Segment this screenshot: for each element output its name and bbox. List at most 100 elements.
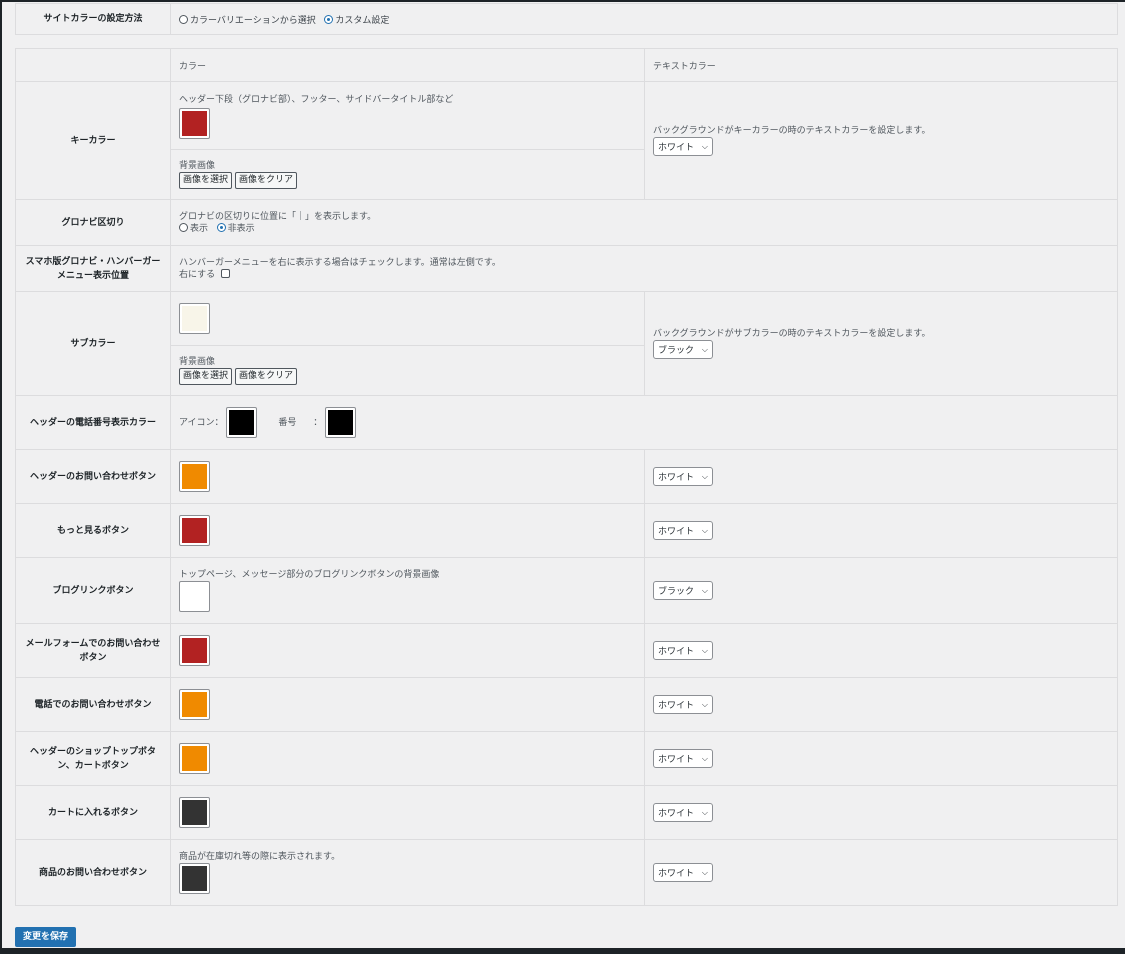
color-settings-table: カラー テキストカラー キーカラー ヘッダー下段（グロナビ部）、フッター、サイド… — [15, 48, 1118, 906]
radio-hide-label[interactable]: 非表示 — [228, 224, 255, 234]
sub-text-color-select[interactable]: ブラック ⌵ — [653, 340, 713, 359]
key-text-color-cell: バックグラウンドがキーカラーの時のテキストカラーを設定します。 ホワイト ⌵ — [644, 81, 1118, 200]
radio-variation[interactable] — [179, 14, 188, 24]
sub-color-swatch-fill — [182, 306, 207, 331]
phone-icon-swatch[interactable] — [226, 407, 258, 438]
row-text-color-value: ブラック — [658, 587, 695, 597]
row-color-swatch-fill — [182, 464, 207, 489]
row-color-cell — [170, 677, 645, 732]
row-label: ヘッダーのお問い合わせボタン — [15, 449, 171, 504]
key-color-desc: ヘッダー下段（グロナビ部）、フッター、サイドバータイトル部など — [179, 95, 454, 105]
row-text-color-cell: ホワイト ⌵ — [644, 731, 1118, 786]
radio-hide[interactable] — [216, 222, 226, 232]
phone-color-label: ヘッダーの電話番号表示カラー — [15, 395, 171, 450]
sub-color-row: サブカラー バックグラウンドがサブカラーの時のテキストカラーを設定します。 ブラ… — [15, 291, 1118, 396]
hamburger-desc: ハンバーガーメニューを右に表示する場合はチェックします。通常は左側です。 — [179, 257, 501, 268]
row-label: ヘッダーのショップトップボタン、カートボタン — [15, 731, 171, 786]
row-color-cell — [170, 503, 645, 558]
table-row: ヘッダーのショップトップボタン、カートボタン ホワイト ⌵ — [15, 731, 1118, 786]
row-color-cell: 商品が在庫切れ等の際に表示されます。 — [170, 839, 645, 906]
key-bg-select-button[interactable]: 画像を選択 — [179, 172, 233, 189]
gnavi-divider-row: グロナビ区切り グロナビの区切りに位置に「｜」を表示します。 表示 非表示 — [15, 199, 1118, 246]
row-color-swatch[interactable] — [179, 689, 210, 720]
row-text-color-select[interactable]: ホワイト ⌵ — [653, 749, 713, 768]
row-text-color-select[interactable]: ホワイト ⌵ — [653, 803, 713, 822]
row-label: メールフォームでのお問い合わせボタン — [15, 623, 171, 678]
sub-text-color-cell: バックグラウンドがサブカラーの時のテキストカラーを設定します。 ブラック ⌵ — [644, 291, 1118, 396]
hamburger-label: スマホ版グロナビ・ハンバーガーメニュー表示位置 — [15, 245, 171, 292]
hamburger-row: スマホ版グロナビ・ハンバーガーメニュー表示位置 ハンバーガーメニューを右に表示す… — [15, 245, 1118, 292]
row-color-swatch[interactable] — [179, 515, 210, 546]
sub-bg-label: 背景画像 — [179, 357, 216, 367]
key-text-color-value: ホワイト — [658, 143, 695, 153]
phone-color-row: ヘッダーの電話番号表示カラー アイコン： 番号 ： — [15, 395, 1118, 450]
sub-text-color-value: ブラック — [658, 346, 695, 356]
sub-color-label: サブカラー — [15, 291, 171, 396]
row-text-color-value: ホワイト — [658, 755, 695, 765]
row-text-color-select[interactable]: ホワイト ⌵ — [653, 641, 713, 660]
phone-number-swatch-fill — [328, 410, 354, 435]
sub-color-swatch[interactable] — [179, 303, 210, 334]
key-bg-cell: 背景画像 画像を選択 画像をクリア — [170, 149, 645, 200]
row-text-color-select[interactable]: ホワイト ⌵ — [653, 863, 713, 882]
column-color: カラー — [170, 48, 645, 82]
row-text-color-cell: ブラック ⌵ — [644, 557, 1118, 624]
row-text-color-select[interactable]: ホワイト ⌵ — [653, 521, 713, 540]
key-color-swatch[interactable] — [179, 108, 210, 139]
key-color-cell: ヘッダー下段（グロナビ部）、フッター、サイドバータイトル部など — [170, 81, 645, 150]
method-table: サイトカラーの設定方法 カラーバリエーションから選択 カスタム設定 — [15, 3, 1118, 35]
radio-custom-label[interactable]: カスタム設定 — [335, 16, 389, 26]
row-label: もっと見るボタン — [15, 503, 171, 558]
row-color-swatch[interactable] — [179, 797, 210, 828]
hamburger-checkbox[interactable] — [221, 268, 231, 278]
radio-variation-label[interactable]: カラーバリエーションから選択 — [190, 16, 316, 26]
row-text-color-cell: ホワイト ⌵ — [644, 449, 1118, 504]
column-text-color: テキストカラー — [644, 48, 1118, 82]
radio-show-label[interactable]: 表示 — [190, 224, 208, 234]
row-text-color-value: ホワイト — [658, 647, 695, 657]
phone-icon-label: アイコン： — [179, 418, 224, 428]
hamburger-checkbox-label: 右にする — [179, 269, 216, 280]
row-label: 商品のお問い合わせボタン — [15, 839, 171, 906]
phone-number-swatch[interactable] — [325, 407, 357, 438]
row-color-swatch[interactable] — [179, 743, 210, 774]
table-row: メールフォームでのお問い合わせボタン ホワイト ⌵ — [15, 623, 1118, 678]
key-color-row: キーカラー ヘッダー下段（グロナビ部）、フッター、サイドバータイトル部など バッ… — [15, 81, 1118, 200]
table-row: カートに入れるボタン ホワイト ⌵ — [15, 785, 1118, 840]
chevron-down-icon: ⌵ — [701, 753, 708, 763]
radio-custom[interactable] — [324, 14, 334, 24]
sub-bg-select-button[interactable]: 画像を選択 — [179, 368, 233, 385]
hamburger-cell: ハンバーガーメニューを右に表示する場合はチェックします。通常は左側です。 右にす… — [170, 245, 1118, 292]
chevron-down-icon: ⌵ — [701, 471, 708, 481]
table-row: ブログリンクボタン トップページ、メッセージ部分のブログリンクボタンの背景画像 ブラ… — [15, 557, 1118, 624]
row-text-color-value: ホワイト — [658, 473, 695, 483]
row-text-color-cell: ホワイト ⌵ — [644, 503, 1118, 558]
row-color-swatch-fill — [182, 692, 207, 717]
row-label: ブログリンクボタン — [15, 557, 171, 624]
row-color-swatch-fill — [182, 518, 207, 543]
key-bg-clear-button[interactable]: 画像をクリア — [235, 172, 298, 189]
row-color-swatch-fill — [182, 584, 207, 609]
row-text-color-select[interactable]: ホワイト ⌵ — [653, 467, 713, 486]
sub-text-desc: バックグラウンドがサブカラーの時のテキストカラーを設定します。 — [653, 329, 931, 339]
row-color-swatch-fill — [182, 638, 207, 663]
row-color-swatch[interactable] — [179, 635, 210, 666]
save-button[interactable]: 変更を保存 — [15, 927, 77, 947]
row-color-swatch-fill — [182, 800, 207, 825]
row-label: 電話でのお問い合わせボタン — [15, 677, 171, 732]
key-bg-label: 背景画像 — [179, 161, 216, 171]
row-color-swatch-fill — [182, 866, 207, 891]
sub-bg-clear-button[interactable]: 画像をクリア — [235, 368, 298, 385]
row-color-swatch[interactable] — [179, 461, 210, 492]
button-color-rows: ヘッダーのお問い合わせボタン ホワイト ⌵ もっと見るボタン ホワイト ⌵ ブログリンクボタ… — [15, 449, 1118, 906]
row-color-swatch[interactable] — [179, 863, 210, 894]
chevron-down-icon: ⌵ — [701, 699, 708, 709]
row-text-color-select[interactable]: ブラック ⌵ — [653, 581, 713, 600]
chevron-down-icon: ⌵ — [701, 807, 708, 817]
row-text-color-select[interactable]: ホワイト ⌵ — [653, 695, 713, 714]
key-text-color-select[interactable]: ホワイト ⌵ — [653, 137, 713, 156]
gnavi-divider-label: グロナビ区切り — [15, 199, 171, 246]
row-color-swatch[interactable] — [179, 581, 210, 612]
table-row: ヘッダーのお問い合わせボタン ホワイト ⌵ — [15, 449, 1118, 504]
radio-show[interactable] — [179, 222, 188, 232]
